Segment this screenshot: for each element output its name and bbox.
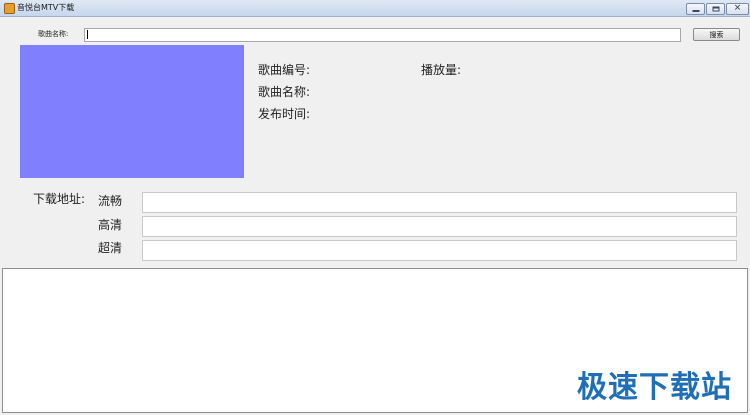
song-name-label: 歌曲名称: (258, 85, 311, 99)
close-icon: ✕ (733, 3, 742, 14)
song-id-label: 歌曲编号: (258, 63, 311, 77)
song-name-search-label: 歌曲名称: (38, 30, 69, 38)
quality-hd-label: 高清 (98, 218, 123, 232)
superhd-url-field[interactable] (142, 240, 737, 261)
text-caret (87, 30, 88, 39)
close-button[interactable]: ✕ (726, 3, 749, 15)
download-address-label: 下载地址: (33, 192, 86, 206)
release-time-label: 发布时间: (258, 107, 311, 121)
quality-smooth-label: 流畅 (98, 194, 123, 208)
maximize-icon (712, 6, 719, 12)
window-title: 音悦台MTV下载 (17, 3, 75, 12)
maximize-button[interactable] (706, 3, 725, 15)
minimize-icon (692, 10, 699, 12)
hd-url-field[interactable] (142, 216, 737, 237)
title-bar: 音悦台MTV下载 ✕ (0, 0, 750, 17)
song-name-search-input[interactable] (84, 28, 681, 42)
search-button[interactable]: 搜索 (693, 28, 740, 41)
smooth-url-field[interactable] (142, 192, 737, 213)
minimize-button[interactable] (686, 3, 705, 15)
quality-superhd-label: 超清 (98, 241, 123, 255)
mv-cover-image (20, 45, 244, 178)
play-count-label: 播放量: (421, 63, 462, 77)
app-icon (4, 3, 15, 14)
watermark-logo: 极速下载站 (577, 370, 732, 405)
